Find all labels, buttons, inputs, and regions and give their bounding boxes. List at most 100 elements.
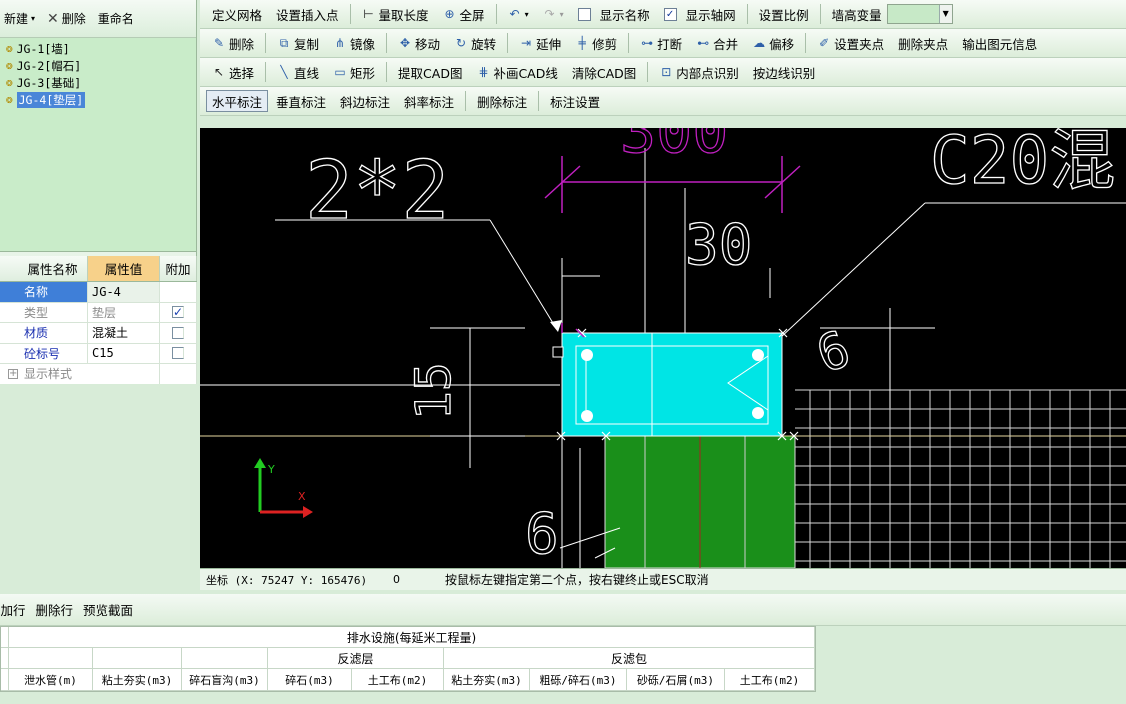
line-icon: ╲ [280,65,288,79]
prop-extra-cell [160,282,197,302]
merge-button[interactable]: ⊷ 合并 [690,32,744,54]
dropdown-arrow-icon: ▾ [524,9,529,19]
mirror-button[interactable]: ⋔ 镜像 [327,32,381,54]
trim-button[interactable]: ╪ 修剪 [569,32,623,54]
move-button[interactable]: ✥ 移动 [392,32,446,54]
redo-icon: ↷ [544,7,555,21]
prop-row-grade[interactable]: 砼标号 C15 [0,343,197,364]
tree-item-label: JG-1[墙] [16,41,70,56]
redo-button[interactable]: ↷ ▾ [537,3,570,25]
edge-recognition-button[interactable]: 按边线识别 [747,61,822,83]
prop-extra-checkbox[interactable] [172,326,184,339]
new-label: 新建 [4,12,29,26]
column-header[interactable]: 粘土夯实(m3) [93,669,182,691]
wall-height-select[interactable]: ▼ [886,4,953,24]
break-icon: ⊶ [641,36,654,50]
copy-button[interactable]: ⧉ 复制 [271,32,325,54]
bottom-toolbar: 添加行 删除行 预览截面 [0,594,1126,626]
drawing-canvas[interactable]: 2*2 300 C20混 30 15 6 6 Y X [200,128,1126,568]
slope-dim-button[interactable]: 斜率标注 [398,90,460,112]
prop-value[interactable]: C15 [88,343,160,363]
break-button[interactable]: ⊶ 打断 [634,32,688,54]
horizontal-dim-button[interactable]: 水平标注 [206,90,269,112]
tree-item[interactable]: ❂ JG-3[基础] [0,74,196,91]
set-insert-point-button[interactable]: 设置插入点 [270,3,345,25]
prop-row-material[interactable]: 材质 混凝土 [0,323,197,344]
extract-cad-button[interactable]: 提取CAD图 [392,61,468,83]
prop-row-display-style[interactable]: + 显示样式 [0,364,197,385]
column-header[interactable]: 泄水管(m) [9,669,93,691]
column-header[interactable]: 碎石(m3) [268,669,352,691]
preview-section-button[interactable]: 预览截面 [83,600,133,619]
tree-item[interactable]: ❂ JG-1[墙] [0,40,196,57]
separator [349,4,351,24]
properties-header: 属性名称 属性值 附加 [0,256,197,282]
show-axis-checkbox[interactable]: ✓ [663,7,677,21]
eraser-icon: ✎ [213,36,225,50]
select-tool-button[interactable]: ↖ 选择 [206,61,260,83]
new-button[interactable]: 新建 ▾ [0,10,39,27]
vertical-dim-button[interactable]: 垂直标注 [270,90,332,112]
prop-label: 类型 [0,302,88,322]
prop-extra-checkbox[interactable]: ✓ [172,306,184,319]
delete-row-button[interactable]: 删除行 [36,600,74,619]
cad-text-30: 30 [685,213,752,278]
ruler-icon: ⊢ [363,7,374,21]
column-header[interactable]: 粘土夯实(m3) [444,669,530,691]
tree-item-label: JG-2[帽石] [16,58,82,73]
column-header[interactable]: 粗砾/碎石(m3) [530,669,627,691]
fullscreen-button[interactable]: ⊕ 全屏 [437,3,491,25]
show-name-toggle[interactable]: 显示名称 [572,3,656,25]
dropdown-arrow-icon[interactable]: ▼ [938,5,952,23]
column-header[interactable]: 砂砾/石屑(m3) [627,669,725,691]
prop-label: 砼标号 [0,343,88,363]
prop-label: 名称 [0,282,88,302]
patch-cad-button[interactable]: ⋕ 补画CAD线 [470,61,563,83]
delete-component-button[interactable]: ✕ 删除 [43,10,90,27]
copy-icon: ⧉ [279,36,289,50]
rename-button[interactable]: 重命名 [94,10,138,27]
set-grip-button[interactable]: ✐ 设置夹点 [811,32,890,54]
undo-button[interactable]: ↶ ▾ [502,3,535,25]
delete-dim-button[interactable]: 删除标注 [471,90,533,112]
offset-button[interactable]: ☁ 偏移 [746,32,800,54]
slant-edge-dim-button[interactable]: 斜边标注 [334,90,396,112]
inner-point-recognition-button[interactable]: ⊡ 内部点识别 [653,61,745,83]
tree-item[interactable]: ❂ JG-2[帽石] [0,57,196,74]
component-tree: ❂ JG-1[墙] ❂ JG-2[帽石] ❂ JG-3[基础] ❂ JG-4[垫层] [0,38,196,252]
measure-length-button[interactable]: ⊢ 量取长度 [356,3,435,25]
column-header[interactable]: 碎石盲沟(m3) [182,669,268,691]
prop-extra-checkbox[interactable] [172,347,184,360]
cursor-icon: ↖ [213,65,225,79]
prop-value-input[interactable]: JG-4 [88,282,160,302]
add-row-button[interactable]: 添加行 [0,600,26,619]
cyan-cushion-layer[interactable] [561,332,783,437]
prop-value[interactable]: 混凝土 [88,323,160,343]
delete-grip-button[interactable]: 删除夹点 [892,32,954,54]
expand-plus-icon[interactable]: + [8,368,18,379]
cad-drawing[interactable]: 2*2 300 C20混 30 15 6 6 Y X [200,128,1126,568]
separator [647,62,649,82]
prop-row-name[interactable]: 名称 JG-4 [0,282,197,303]
rect-tool-button[interactable]: ▭ 矩形 [327,61,381,83]
define-grid-button[interactable]: 定义网格 [206,3,268,25]
mirror-icon: ⋔ [335,36,346,50]
clear-cad-button[interactable]: 清除CAD图 [566,61,642,83]
export-info-button[interactable]: 输出图元信息 [956,32,1043,54]
line-tool-button[interactable]: ╲ 直线 [271,61,325,83]
delete-button[interactable]: ✎ 删除 [206,32,260,54]
show-name-checkbox[interactable] [577,7,591,21]
offset-icon: ☁ [753,36,766,50]
prop-label: 材质 [0,323,88,343]
tree-item-selected[interactable]: ❂ JG-4[垫层] [0,91,196,108]
extend-button[interactable]: ⇥ 延伸 [513,32,567,54]
set-scale-button[interactable]: 设置比例 [753,3,815,25]
prop-row-type[interactable]: 类型 垫层 ✓ [0,302,197,323]
column-header[interactable]: 土工布(m2) [725,669,815,691]
show-axis-toggle[interactable]: ✓ 显示轴网 [658,3,742,25]
rotate-button[interactable]: ↻ 旋转 [448,32,502,54]
dim-settings-button[interactable]: 标注设置 [544,90,606,112]
zoom-icon: ⊕ [444,7,455,21]
column-header[interactable]: 土工布(m2) [352,669,444,691]
separator [495,4,497,24]
